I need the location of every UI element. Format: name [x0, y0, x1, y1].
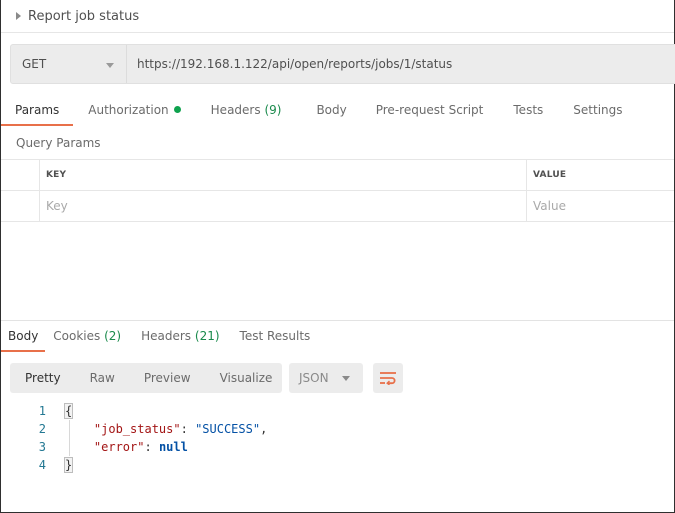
- row-checkbox-cell[interactable]: [1, 191, 40, 221]
- format-label: JSON: [299, 371, 329, 385]
- params-table: KEY VALUE Key Value: [1, 159, 674, 222]
- request-tabs: Params Authorization Headers (9) Body Pr…: [0, 96, 674, 126]
- json-null-value: null: [158, 440, 188, 454]
- tab-label: Pre-request Script: [375, 103, 484, 117]
- auth-status-dot-icon: [173, 106, 181, 113]
- response-tabs: Body Cookies (2) Headers (21) Test Resul…: [0, 322, 674, 352]
- view-pretty-button[interactable]: Pretty: [25, 371, 61, 385]
- close-brace: }: [63, 457, 74, 473]
- tab-count: (2): [104, 329, 122, 343]
- tab-label: Test Results: [239, 329, 311, 343]
- chevron-down-icon: [106, 63, 114, 68]
- format-select[interactable]: JSON: [289, 363, 363, 393]
- tab-label: Headers: [210, 103, 261, 117]
- tab-label: Authorization: [88, 103, 169, 117]
- tab-authorization[interactable]: Authorization: [88, 96, 181, 126]
- view-raw-button[interactable]: Raw: [90, 371, 115, 385]
- code-line: 2 "job_status": "SUCCESS",: [1, 420, 674, 438]
- tab-label: Params: [15, 103, 60, 117]
- tab-count: (21): [194, 329, 220, 343]
- caret-right-icon[interactable]: [16, 12, 21, 20]
- code-line: 3 "error": null: [1, 438, 674, 456]
- key-column-header: KEY: [46, 170, 67, 180]
- tab-label: Body: [8, 329, 39, 343]
- tab-settings[interactable]: Settings: [573, 96, 622, 126]
- tab-body[interactable]: Body: [316, 96, 346, 126]
- line-number: 2: [38, 422, 46, 436]
- json-comma: ,: [260, 422, 268, 436]
- response-tab-test-results[interactable]: Test Results: [240, 322, 311, 352]
- tab-label: Body: [316, 103, 347, 117]
- app-frame: Report job status GET https://192.168.1.…: [0, 0, 675, 513]
- tab-count: (9): [264, 103, 282, 117]
- params-input-row: Key Value: [1, 191, 674, 222]
- tab-pre-request-script[interactable]: Pre-request Script: [376, 96, 484, 126]
- response-divider[interactable]: [1, 320, 674, 321]
- json-key: "job_status": [93, 422, 181, 436]
- code-line: 1 {: [1, 402, 674, 420]
- checkbox-column-header: [1, 160, 40, 190]
- view-visualize-button[interactable]: Visualize: [220, 371, 273, 385]
- tab-params[interactable]: Params: [0, 96, 74, 126]
- params-header-row: KEY VALUE: [1, 160, 674, 191]
- view-mode-bar: Pretty Raw Preview Visualize: [10, 363, 282, 393]
- request-title-bar[interactable]: Report job status: [1, 0, 674, 33]
- param-value-input[interactable]: Value: [527, 191, 674, 221]
- tab-label: Headers: [141, 329, 192, 343]
- tab-label: Settings: [573, 103, 623, 117]
- value-column-header: VALUE: [533, 170, 567, 180]
- request-title[interactable]: Report job status: [28, 9, 139, 24]
- view-preview-button[interactable]: Preview: [144, 371, 191, 385]
- response-body-editor[interactable]: 1 { 2 "job_status": "SUCCESS", 3 "error"…: [1, 402, 674, 474]
- open-brace: {: [63, 403, 74, 419]
- response-tab-cookies[interactable]: Cookies (2): [53, 322, 121, 352]
- url-input[interactable]: https://192.168.1.122/api/open/reports/j…: [127, 57, 452, 71]
- key-placeholder: Key: [46, 199, 68, 213]
- json-separator: :: [180, 422, 196, 436]
- value-placeholder: Value: [533, 199, 566, 213]
- wrap-lines-icon: [380, 372, 396, 385]
- code-line: 4 }: [1, 456, 674, 474]
- json-string-value: "SUCCESS": [195, 422, 261, 436]
- method-label: GET: [22, 57, 47, 71]
- param-key-input[interactable]: Key: [40, 191, 527, 221]
- tab-headers[interactable]: Headers (9): [211, 96, 282, 126]
- method-select[interactable]: GET: [11, 45, 127, 83]
- tab-tests[interactable]: Tests: [513, 96, 543, 126]
- json-key: "error": [93, 440, 145, 454]
- tab-label: Tests: [513, 103, 544, 117]
- response-tab-headers[interactable]: Headers (21): [141, 322, 219, 352]
- wrap-lines-button[interactable]: [373, 363, 403, 393]
- url-bar: GET https://192.168.1.122/api/open/repor…: [10, 44, 675, 84]
- chevron-down-icon: [342, 376, 350, 381]
- json-separator: :: [144, 440, 159, 454]
- line-number: 4: [38, 458, 46, 472]
- query-params-label: Query Params: [16, 136, 101, 150]
- line-number: 1: [38, 404, 46, 418]
- tab-label: Cookies: [53, 329, 101, 343]
- response-tab-body[interactable]: Body: [0, 322, 46, 352]
- line-number: 3: [38, 440, 46, 454]
